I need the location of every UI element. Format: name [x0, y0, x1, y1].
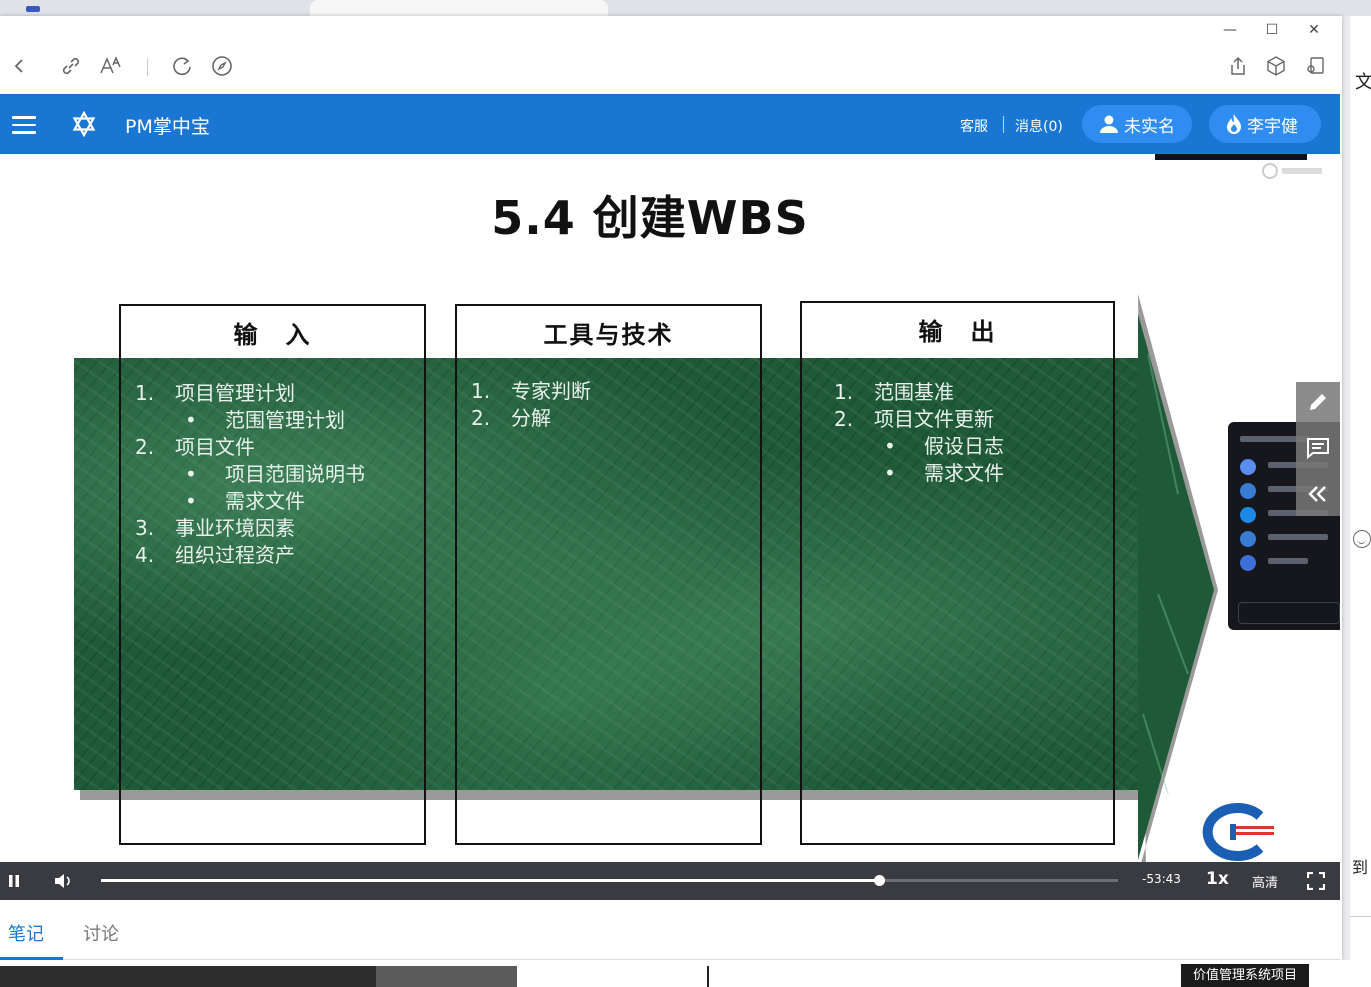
popup-window: — ☐ ✕ PM掌中宝 客服 消息(0) 未实名 李宇健 5.4 创建WBS 输…	[0, 16, 1342, 960]
player-controls: -53:43 1x 高清	[0, 862, 1340, 900]
link-icon[interactable]	[57, 52, 85, 80]
list-subitem: 需求文件	[135, 488, 365, 515]
tools-list: 1. 专家判断 2. 分解	[471, 378, 591, 432]
process-arrow-head	[1138, 294, 1218, 862]
back-icon[interactable]	[6, 52, 34, 80]
user-screen-icon[interactable]	[1301, 52, 1329, 80]
video-player[interactable]: 5.4 创建WBS 输 入 1.项目管理计划 范围管理计划 2.项目文件 项目范…	[0, 154, 1340, 862]
slide-column-inputs: 输 入 1.项目管理计划 范围管理计划 2.项目文件 项目范围说明书 需求文件 …	[119, 304, 426, 845]
divider	[1350, 916, 1371, 917]
list-item: 4. 组织过程资产	[135, 543, 295, 567]
star-logo-icon[interactable]	[70, 110, 98, 138]
slide-column-outputs: 输 出 1.范围基准 2.项目文件更新 假设日志 需求文件	[800, 301, 1115, 845]
background-block	[0, 966, 376, 987]
divider	[707, 966, 709, 987]
pencil-icon[interactable]	[1304, 388, 1332, 416]
emoji-icon[interactable]	[1353, 530, 1371, 548]
window-controls: — ☐ ✕	[1222, 22, 1342, 42]
maximize-button[interactable]: ☐	[1264, 22, 1280, 38]
column-heading: 输 入	[121, 306, 424, 358]
century-logo	[1202, 803, 1274, 861]
list-item: 2. 分解	[471, 406, 551, 430]
list-item: 1. 项目管理计划	[135, 381, 295, 405]
background-block	[376, 966, 517, 987]
list-item: 1. 范围基准	[834, 380, 954, 404]
minimize-button[interactable]: —	[1222, 22, 1238, 38]
collapse-left-icon[interactable]	[1304, 480, 1332, 508]
progress-handle[interactable]	[874, 875, 885, 886]
list-subitem: 需求文件	[834, 460, 1004, 487]
browser-toolbar	[0, 46, 1342, 86]
verify-identity-label: 未实名	[1124, 116, 1175, 137]
video-overlay-bar	[1155, 154, 1307, 160]
fullscreen-icon[interactable]	[1306, 871, 1326, 891]
slide-title: 5.4 创建WBS	[491, 191, 809, 245]
comment-icon[interactable]	[1304, 434, 1332, 462]
tab-discussion[interactable]: 讨论	[83, 920, 119, 946]
output-list: 1.范围基准 2.项目文件更新 假设日志 需求文件	[834, 379, 1004, 487]
column-heading: 工具与技术	[457, 306, 760, 358]
app-header: PM掌中宝 客服 消息(0) 未实名 李宇健	[0, 94, 1340, 154]
cube-icon[interactable]	[1262, 52, 1290, 80]
background-caption: 价值管理系统项目	[1181, 964, 1310, 987]
chat-message	[1240, 530, 1340, 548]
background-window-fragment: 文 到	[1350, 16, 1371, 987]
messages-link[interactable]: 消息(0)	[1015, 116, 1063, 136]
watermark-logo	[1262, 163, 1322, 179]
volume-icon[interactable]	[53, 871, 73, 891]
verify-identity-button[interactable]: 未实名	[1082, 105, 1192, 143]
close-button[interactable]: ✕	[1306, 22, 1322, 38]
background-page-strip: 价值管理系统项目	[0, 960, 1371, 987]
browser-tab[interactable]	[310, 0, 608, 16]
quality-button[interactable]: 高清	[1252, 872, 1278, 891]
chat-input[interactable]	[1238, 602, 1340, 624]
user-icon	[1100, 115, 1118, 133]
share-icon[interactable]	[1224, 52, 1252, 80]
font-size-icon[interactable]	[97, 52, 125, 80]
user-name-label: 李宇健	[1247, 116, 1298, 137]
app-title: PM掌中宝	[125, 116, 210, 138]
tab-notes[interactable]: 笔记	[8, 920, 44, 946]
user-profile-button[interactable]: 李宇健	[1209, 105, 1321, 143]
list-item: 2. 项目文件更新	[834, 407, 994, 431]
list-subitem: 项目范围说明书	[135, 461, 365, 488]
progress-played	[101, 879, 879, 882]
input-list: 1.项目管理计划 范围管理计划 2.项目文件 项目范围说明书 需求文件 3.事业…	[135, 380, 365, 569]
flame-icon	[1227, 114, 1241, 134]
list-item: 3. 事业环境因素	[135, 516, 295, 540]
list-item: 1. 专家判断	[471, 379, 591, 403]
list-subitem: 假设日志	[834, 433, 1004, 460]
background-glyph-top: 文	[1355, 72, 1371, 93]
chat-message	[1240, 554, 1340, 572]
content-tabs: 笔记 讨论	[0, 900, 1340, 960]
progress-bar[interactable]	[101, 875, 1118, 886]
browser-tab-strip	[0, 0, 1371, 16]
menu-icon[interactable]	[12, 116, 36, 134]
list-subitem: 范围管理计划	[135, 407, 365, 434]
slide-column-tools: 工具与技术 1. 专家判断 2. 分解	[455, 304, 762, 845]
time-remaining: -53:43	[1142, 872, 1181, 886]
side-toolbar	[1296, 382, 1340, 516]
playback-speed-button[interactable]: 1x	[1206, 869, 1229, 889]
refresh-icon[interactable]	[168, 52, 196, 80]
screen: 文 到 — ☐ ✕ PM掌中宝 客服 消息(0) 未实名 李宇健 5.4 创建W…	[0, 0, 1371, 987]
toolbar-separator	[147, 58, 148, 76]
customer-service-link[interactable]: 客服	[960, 116, 988, 136]
pause-icon[interactable]	[4, 871, 24, 891]
background-glyph-bottom: 到	[1352, 858, 1369, 877]
header-separator	[1003, 116, 1004, 133]
list-item: 2. 项目文件	[135, 435, 255, 459]
compass-icon[interactable]	[208, 52, 236, 80]
column-heading: 输 出	[802, 303, 1113, 355]
tab-favicon-icon	[26, 6, 40, 12]
